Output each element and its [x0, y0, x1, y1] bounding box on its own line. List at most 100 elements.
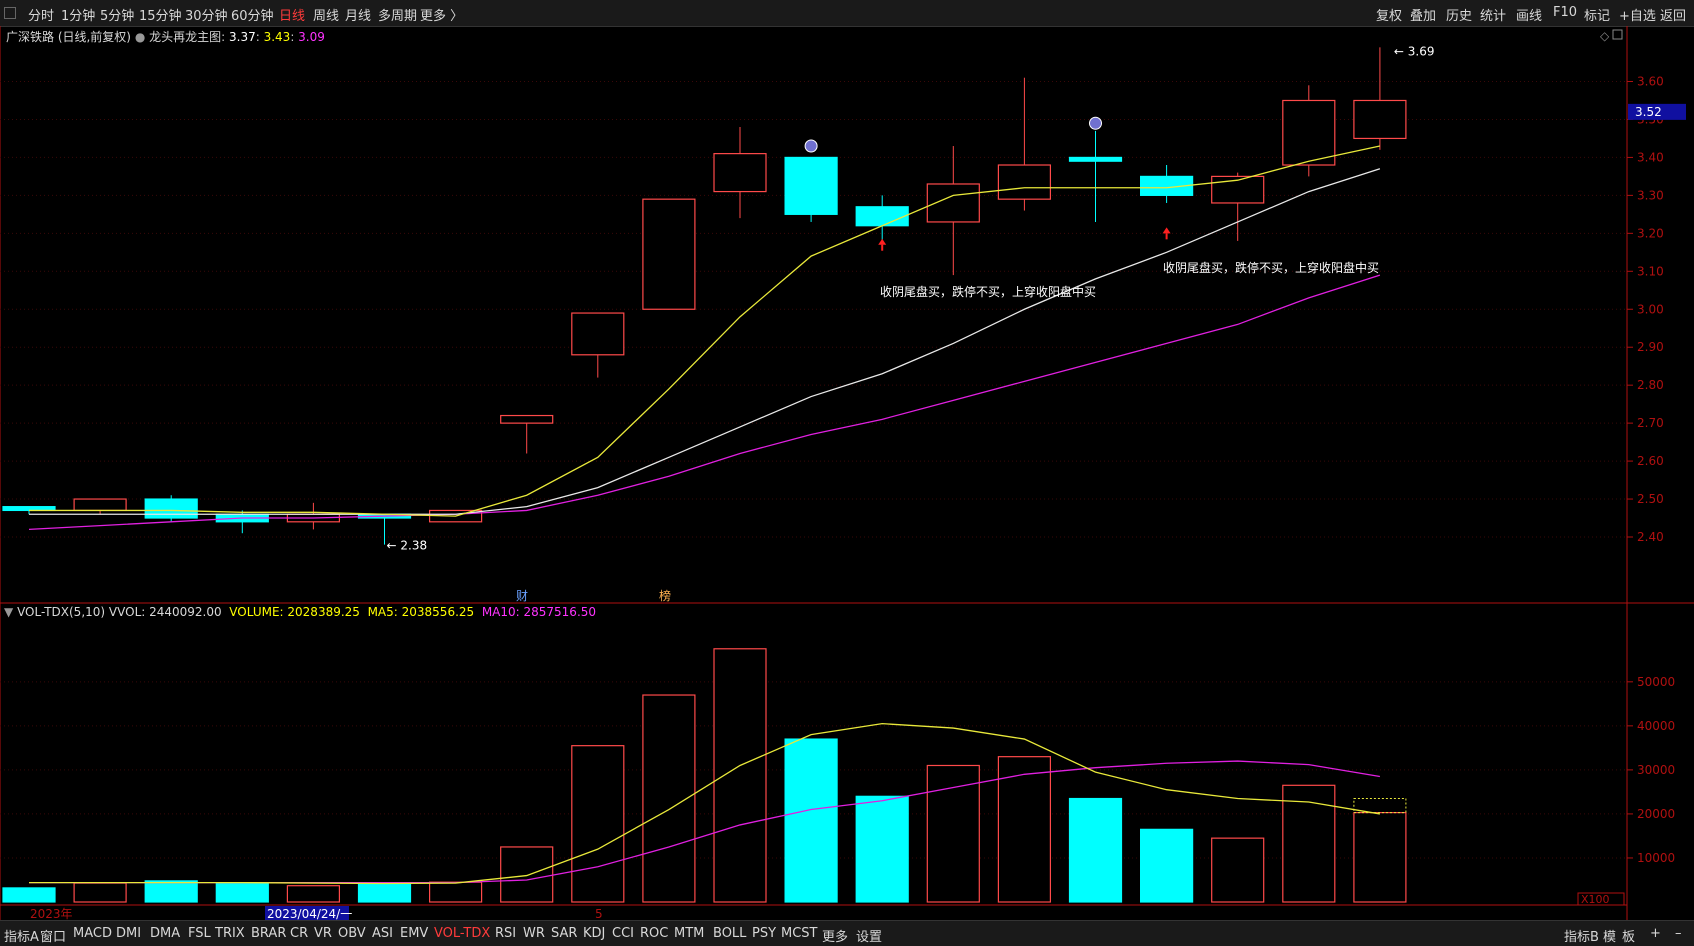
month-label: 5 — [595, 907, 603, 921]
indicator-tabs-bar: 指标A 窗口 MACD DMI DMA FSL TRIX BRAR CR VR OBV ASI EMV V… — [0, 920, 1694, 946]
price-label-9: 2.70 — [1637, 416, 1664, 430]
price-chart[interactable]: 3.603.503.403.303.203.103.002.902.802.70… — [0, 0, 1694, 945]
indicator-tab-26[interactable]: 指标B — [1564, 926, 1599, 945]
indicator-tab-10[interactable]: OBV — [338, 926, 366, 941]
indicator-tab-2[interactable]: MACD — [73, 926, 112, 941]
volume-bar-15 — [1068, 797, 1123, 903]
price-label-4: 3.20 — [1637, 226, 1664, 240]
volume-bar-16 — [1139, 828, 1194, 903]
indicator-tab-9[interactable]: VR — [314, 926, 332, 941]
vol-label-1: 40000 — [1637, 719, 1675, 733]
candle-7 — [500, 414, 554, 424]
indicator-tab-21[interactable]: BOLL — [713, 926, 746, 941]
volume-bar-5 — [357, 882, 412, 903]
volume-bar-11 — [784, 738, 838, 903]
event-marker-finance: 财 — [516, 589, 528, 603]
price-label-10: 2.60 — [1637, 454, 1664, 468]
volume-bar-1 — [73, 882, 127, 903]
price-label-0: 3.60 — [1637, 75, 1664, 89]
price-label-8: 2.80 — [1637, 378, 1664, 392]
indicator-tab-3[interactable]: DMI — [116, 926, 141, 941]
volume-bar-0 — [2, 887, 56, 903]
volume-bar-19 — [1353, 812, 1407, 903]
candle-19 — [1353, 99, 1407, 140]
indicator-tab-18[interactable]: CCI — [612, 926, 634, 941]
indicator-tab-8[interactable]: CR — [290, 926, 308, 941]
indicator-tab-0[interactable]: 指标A — [4, 926, 39, 945]
indicator-tab-13[interactable]: VOL-TDX — [434, 926, 490, 941]
vol-label-4: 10000 — [1637, 851, 1675, 865]
indicator-tab-30[interactable]: – — [1675, 926, 1682, 941]
buy-arrow-icon — [1162, 227, 1171, 234]
vol-label-0: 50000 — [1637, 675, 1675, 689]
candle-1 — [73, 498, 127, 512]
volume-bar-8 — [571, 745, 625, 903]
indicator-tab-24[interactable]: 更多 — [822, 926, 848, 945]
indicator-tab-19[interactable]: ROC — [640, 926, 668, 941]
maximize-icon — [1612, 29, 1623, 40]
indicator-tab-15[interactable]: WR — [523, 926, 545, 941]
face-icon — [804, 139, 818, 153]
volume-bar-6 — [429, 881, 483, 903]
price-label-2: 3.40 — [1637, 150, 1664, 164]
indicator-tab-14[interactable]: RSI — [495, 926, 516, 941]
indicator-tab-12[interactable]: EMV — [400, 926, 428, 941]
volume-dropdown-icon[interactable]: ▼ — [4, 605, 13, 619]
price-label-12: 2.40 — [1637, 530, 1664, 544]
candle-8 — [571, 312, 625, 356]
indicator-tab-1[interactable]: 窗口 — [40, 926, 66, 945]
vol-indicator-name[interactable]: VOL-TDX(5,10) — [17, 605, 105, 619]
candle-2 — [144, 498, 198, 519]
strategy-note-2: 收阴尾盘买，跌停不买，上穿收阳盘中买 — [1163, 260, 1379, 275]
volume-bar-3 — [215, 882, 269, 903]
price-label-3: 3.30 — [1637, 188, 1664, 202]
ma-magenta-line — [28, 274, 1381, 531]
date-label: 2023/04/24/一 — [267, 907, 352, 921]
indicator-tab-23[interactable]: MCST — [781, 926, 818, 941]
volume-bar-4 — [286, 885, 340, 903]
volume-bar-13 — [926, 764, 980, 903]
vol-unit-label: X100 — [1581, 893, 1610, 906]
ma-white-line — [29, 168, 1381, 515]
volume-bar-7 — [500, 846, 554, 903]
price-label-6: 3.00 — [1637, 302, 1664, 316]
candle-14 — [997, 164, 1052, 200]
price-label-5: 3.10 — [1637, 264, 1664, 278]
indicator-tab-22[interactable]: PSY — [752, 926, 776, 941]
candle-12 — [855, 206, 909, 227]
candle-11 — [784, 156, 838, 215]
price-label-11: 2.50 — [1637, 492, 1664, 506]
indicator-tab-28[interactable]: 板 — [1622, 926, 1635, 945]
candle-18 — [1282, 99, 1336, 166]
indicator-tab-17[interactable]: KDJ — [583, 926, 605, 941]
indicator-tab-7[interactable]: BRAR — [251, 926, 286, 941]
volume-bar-14 — [997, 756, 1052, 903]
price-label-7: 2.90 — [1637, 340, 1664, 354]
candle-9 — [642, 198, 696, 310]
current-price-label: 3.52 — [1635, 105, 1662, 119]
candle-15 — [1068, 156, 1123, 162]
ma5-value: MA5: 2038556.25 — [367, 605, 475, 619]
indicator-tab-29[interactable]: + — [1650, 926, 1661, 941]
low-price-label: ← 2.38 — [387, 539, 428, 553]
indicator-tab-5[interactable]: FSL — [188, 926, 211, 941]
event-marker-list: 榜 — [659, 588, 671, 603]
volume-bar-17 — [1211, 837, 1265, 903]
indicator-tab-16[interactable]: SAR — [551, 926, 577, 941]
vvol-value: VVOL: 2440092.00 — [108, 605, 222, 619]
candle-10 — [713, 153, 767, 193]
volume-bar-2 — [144, 880, 198, 903]
volume-bar-12 — [855, 795, 909, 903]
volume-value: VOLUME: 2028389.25 — [229, 605, 360, 619]
buy-arrow-icon — [878, 238, 887, 245]
indicator-tab-27[interactable]: 模 — [1603, 926, 1616, 945]
indicator-tab-20[interactable]: MTM — [674, 926, 704, 941]
indicator-tab-4[interactable]: DMA — [150, 926, 180, 941]
ma10-value: MA10: 2857516.50 — [481, 605, 597, 619]
indicator-tab-25[interactable]: 设置 — [856, 926, 882, 945]
indicator-tab-6[interactable]: TRIX — [215, 926, 245, 941]
volume-bar-10 — [713, 648, 767, 903]
diamond-icon: ◇ — [1600, 29, 1610, 43]
date-year-label: 2023年 — [30, 907, 73, 921]
indicator-tab-11[interactable]: ASI — [372, 926, 393, 941]
